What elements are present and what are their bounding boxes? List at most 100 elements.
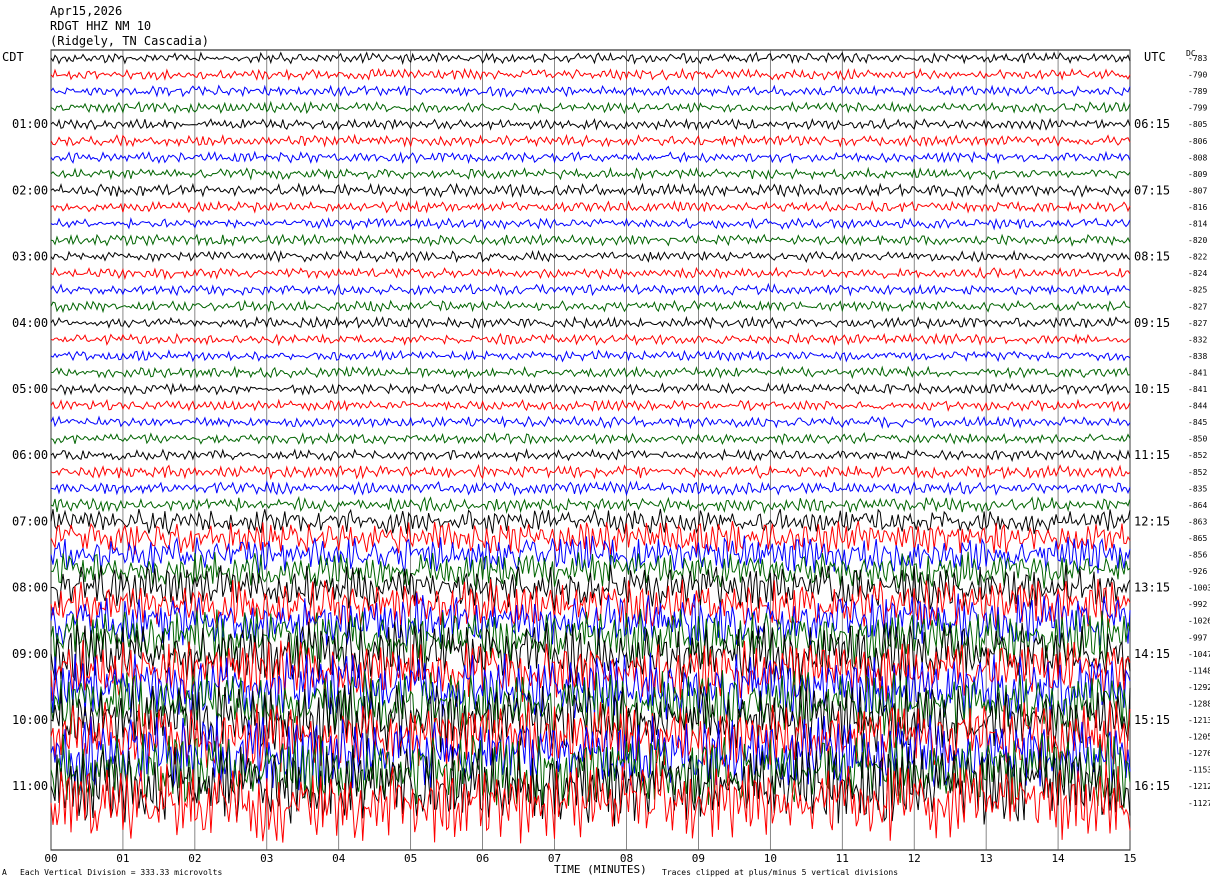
dc-offset-label: -832	[1188, 335, 1207, 344]
right-hour-label: 11:15	[1134, 448, 1170, 462]
dc-offset-label: -814	[1188, 220, 1207, 229]
corner-mark: A	[2, 868, 7, 877]
clip-note: Traces clipped at plus/minus 5 vertical …	[662, 868, 899, 877]
right-hour-label: 09:15	[1134, 316, 1170, 330]
left-hour-label: 03:00	[12, 250, 48, 264]
trace-line	[50, 349, 1131, 363]
scale-note: Each Vertical Division = 333.33 microvol…	[20, 868, 223, 877]
trace-line	[50, 51, 1131, 66]
x-tick-label: 05	[404, 852, 417, 865]
trace-line	[50, 398, 1131, 413]
dc-offset-label: -822	[1188, 253, 1207, 262]
trace-line	[50, 365, 1131, 380]
trace-line	[50, 117, 1131, 131]
x-tick-label: 10	[764, 852, 777, 865]
trace-line	[50, 150, 1131, 165]
trace-line	[50, 100, 1131, 115]
left-hour-label: 07:00	[12, 514, 48, 528]
dc-offset-label: -816	[1188, 203, 1207, 212]
dc-offset-label: -783	[1188, 54, 1207, 63]
dc-offset-label: -863	[1188, 517, 1207, 526]
x-axis-title: TIME (MINUTES)	[554, 863, 647, 876]
dc-offset-label: -992	[1188, 600, 1207, 609]
dc-offset-label: -789	[1188, 87, 1207, 96]
dc-offset-label: -852	[1188, 451, 1207, 460]
trace-line	[50, 315, 1131, 330]
x-tick-label: 03	[260, 852, 273, 865]
trace-line	[50, 431, 1131, 446]
x-tick-label: 01	[116, 852, 129, 865]
dc-offset-label: -1153	[1188, 766, 1210, 775]
x-tick-label: 02	[188, 852, 201, 865]
right-hour-label: 15:15	[1134, 713, 1170, 727]
dc-offset-label: -926	[1188, 567, 1207, 576]
dc-offset-label: -825	[1188, 286, 1207, 295]
trace-line	[50, 463, 1131, 481]
right-hour-label: 14:15	[1134, 647, 1170, 661]
dc-offset-label: -852	[1188, 468, 1207, 477]
dc-offset-label: -865	[1188, 534, 1207, 543]
trace-line	[50, 166, 1131, 181]
dc-offset-label: -1205	[1188, 733, 1210, 742]
dc-offset-label: -1003	[1188, 584, 1210, 593]
dc-offset-label: -799	[1188, 104, 1207, 113]
trace-line	[50, 249, 1131, 264]
dc-offset-label: -1292	[1188, 683, 1210, 692]
dc-offset-label: -844	[1188, 402, 1207, 411]
left-hour-label: 05:00	[12, 382, 48, 396]
x-tick-label: 12	[908, 852, 921, 865]
trace-line	[50, 495, 1131, 515]
dc-offset-label: -1212	[1188, 782, 1210, 791]
left-hour-label: 02:00	[12, 183, 48, 197]
dc-offset-label: -1047	[1188, 650, 1210, 659]
dc-offset-label: -841	[1188, 385, 1207, 394]
dc-offset-label: -805	[1188, 120, 1207, 129]
trace-line	[50, 216, 1131, 231]
left-hour-label: 04:00	[12, 316, 48, 330]
left-hour-label: 09:00	[12, 647, 48, 661]
right-hour-label: 10:15	[1134, 382, 1170, 396]
x-tick-label: 13	[980, 852, 993, 865]
dc-offset-label: -838	[1188, 352, 1207, 361]
left-hour-label: 06:00	[12, 448, 48, 462]
x-tick-label: 06	[476, 852, 489, 865]
right-hour-label: 12:15	[1134, 514, 1170, 528]
left-hour-label: 08:00	[12, 581, 48, 595]
trace-line	[50, 382, 1131, 396]
dc-offset-label: -1127	[1188, 799, 1210, 808]
dc-offset-label: -835	[1188, 484, 1207, 493]
dc-offset-label: -808	[1188, 153, 1207, 162]
trace-line	[50, 133, 1131, 148]
trace-line	[50, 199, 1131, 214]
dc-offset-label: -845	[1188, 418, 1207, 427]
x-tick-label: 04	[332, 852, 346, 865]
dc-offset-label: -1213	[1188, 716, 1210, 725]
dc-offset-label: -850	[1188, 435, 1207, 444]
right-hour-label: 08:15	[1134, 250, 1170, 264]
dc-offset-label: -1276	[1188, 749, 1210, 758]
trace-line	[50, 448, 1131, 463]
dc-offset-label: -824	[1188, 269, 1207, 278]
dc-offset-label: -807	[1188, 186, 1207, 195]
dc-offset-label: -1026	[1188, 617, 1210, 626]
traces	[50, 51, 1131, 844]
trace-line	[50, 415, 1131, 430]
x-tick-label: 00	[44, 852, 57, 865]
right-hour-label: 07:15	[1134, 183, 1170, 197]
dc-offset-label: -997	[1188, 633, 1207, 642]
right-hour-label: 16:15	[1134, 779, 1170, 793]
dc-offset-label: -809	[1188, 170, 1207, 179]
trace-line	[50, 507, 1131, 536]
dc-offset-label: -806	[1188, 137, 1207, 146]
dc-offset-label: -864	[1188, 501, 1207, 510]
trace-line	[50, 233, 1131, 247]
dc-offset-label: -827	[1188, 319, 1207, 328]
trace-line	[50, 332, 1131, 347]
right-hour-label: 13:15	[1134, 581, 1170, 595]
x-tick-label: 11	[836, 852, 849, 865]
trace-line	[50, 67, 1131, 82]
trace-line	[50, 480, 1131, 497]
dc-offset-label: -1288	[1188, 699, 1210, 708]
helicorder-plot: 00 01 02 03 04 05 06 07 08 09 10 11 12 13 14 15-783-790…	[12, 49, 1210, 865]
x-tick-label: 14	[1051, 852, 1065, 865]
